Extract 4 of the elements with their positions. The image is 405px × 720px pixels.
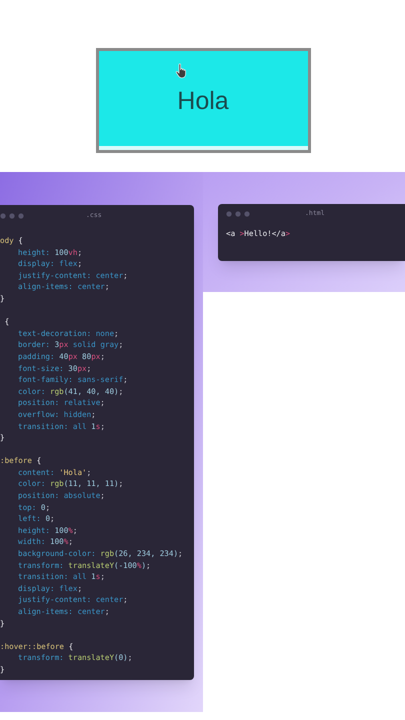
hand-pointer-icon xyxy=(174,63,188,79)
window-controls-icon xyxy=(0,213,24,219)
hola-button[interactable]: Hola xyxy=(96,48,310,153)
window-controls-icon xyxy=(226,211,250,217)
